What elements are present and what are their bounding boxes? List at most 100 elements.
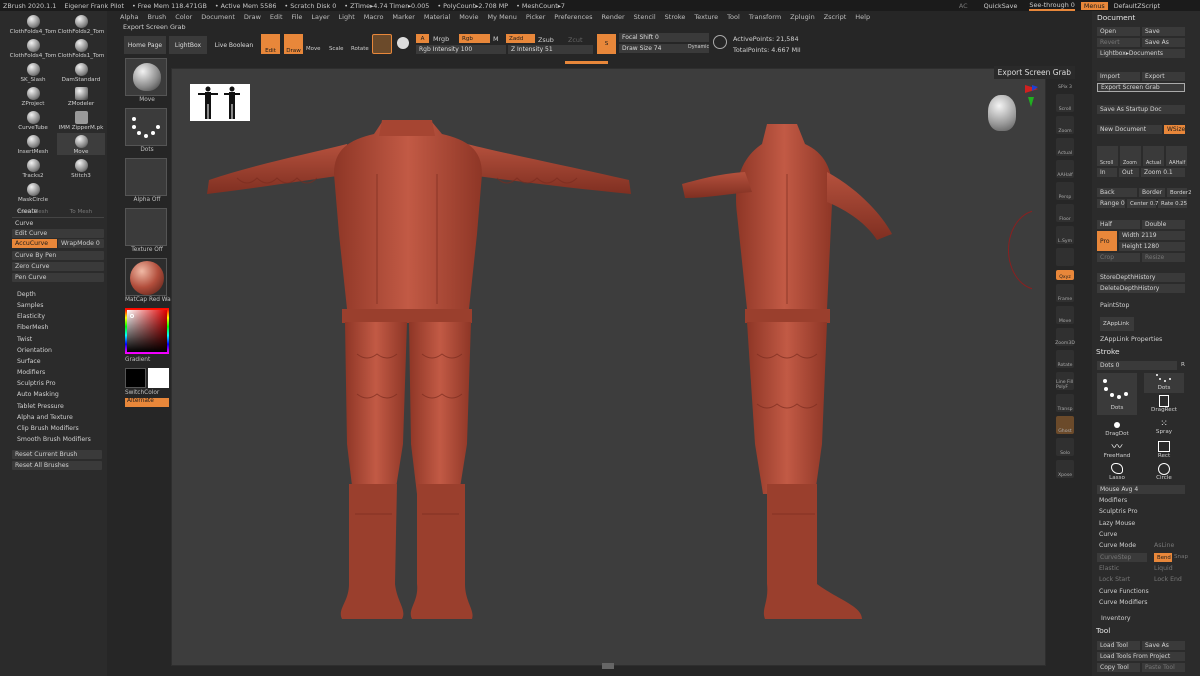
menu-my-menu[interactable]: My Menu: [488, 13, 517, 21]
mouse-avg-slider[interactable]: Mouse Avg 4: [1097, 485, 1185, 494]
menu-zplugin[interactable]: Zplugin: [790, 13, 815, 21]
zoom-icon[interactable]: Zoom: [1056, 116, 1074, 134]
crop-button[interactable]: Crop: [1097, 253, 1140, 262]
border-button[interactable]: Border: [1139, 188, 1165, 197]
live-boolean-button[interactable]: Live Boolean: [211, 36, 257, 54]
stroke-section-title[interactable]: Stroke: [1096, 347, 1120, 356]
snap-toggle[interactable]: Snap: [1174, 554, 1188, 560]
menu-movie[interactable]: Movie: [459, 13, 478, 21]
scale-mode-button[interactable]: Scale: [329, 46, 344, 52]
stroke-dots-large[interactable]: Dots: [1097, 373, 1137, 415]
menu-light[interactable]: Light: [339, 13, 355, 21]
curve-modifiers-section[interactable]: Curve Modifiers: [1099, 599, 1147, 606]
inventory-section[interactable]: Inventory: [1101, 615, 1131, 622]
focal-shift-slider[interactable]: Focal Shift 0: [619, 33, 709, 42]
rgb-intensity-slider[interactable]: Rgb Intensity 100: [416, 45, 506, 54]
alternate-toggle[interactable]: Alternate: [125, 398, 169, 407]
pro-toggle[interactable]: Pro: [1097, 231, 1117, 251]
menu-samples[interactable]: Samples: [17, 302, 43, 309]
curve-by-pen-button[interactable]: Curve By Pen: [12, 251, 104, 260]
menus-button[interactable]: Menus: [1080, 1, 1108, 10]
load-tool-button[interactable]: Load Tool: [1097, 641, 1140, 650]
scroll-icon[interactable]: Scroll: [1056, 94, 1074, 112]
stroke-dots-small[interactable]: Dots: [1144, 373, 1184, 393]
doc-zoom-button[interactable]: Zoom: [1120, 146, 1141, 166]
menu-surface[interactable]: Surface: [17, 358, 41, 365]
menu-zscript[interactable]: Zscript: [824, 13, 847, 21]
document-canvas[interactable]: Export Screen Grab: [171, 66, 1075, 669]
menu-stencil[interactable]: Stencil: [634, 13, 656, 21]
xpose-icon[interactable]: Xpose: [1056, 460, 1074, 478]
zcut-toggle[interactable]: Zcut: [568, 36, 582, 44]
floor-icon[interactable]: Floor: [1056, 204, 1074, 222]
zapplink-properties-section[interactable]: ZAppLink Properties: [1100, 336, 1162, 343]
menu-modifiers[interactable]: Modifiers: [17, 369, 45, 376]
menu-tablet-pressure[interactable]: Tablet Pressure: [17, 403, 64, 410]
quicksave-button[interactable]: QuickSave: [984, 2, 1018, 10]
menu-smooth-brush-modifiers[interactable]: Smooth Brush Modifiers: [17, 436, 91, 443]
menu-color[interactable]: Color: [175, 13, 192, 21]
menu-macro[interactable]: Macro: [364, 13, 384, 21]
brush-clothfolds4-a[interactable]: ClothFolds4_Tom: [9, 13, 57, 35]
main-color-swatch[interactable]: [148, 368, 169, 388]
export-button[interactable]: Export: [1142, 72, 1185, 81]
ghost-icon[interactable]: Ghost: [1056, 416, 1074, 434]
delete-depth-history-button[interactable]: DeleteDepthHistory: [1097, 284, 1185, 293]
lazy-mouse-section[interactable]: Lazy Mouse: [1099, 520, 1135, 527]
open-button[interactable]: Open: [1097, 27, 1140, 36]
menu-file[interactable]: File: [292, 13, 303, 21]
pen-curve-button[interactable]: Pen Curve: [12, 273, 104, 282]
menu-brush[interactable]: Brush: [147, 13, 166, 21]
new-document-button[interactable]: New Document: [1097, 125, 1162, 134]
menu-alpha[interactable]: Alpha: [120, 13, 138, 21]
menu-tool[interactable]: Tool: [727, 13, 740, 21]
default-zscript-button[interactable]: DefaultZScript: [1114, 2, 1160, 10]
rgb-toggle[interactable]: Rgb: [459, 34, 490, 43]
brush-maskcircle[interactable]: MaskCircle: [9, 181, 57, 203]
bend-toggle[interactable]: Bend: [1154, 553, 1172, 562]
back-button[interactable]: Back: [1097, 188, 1137, 197]
brush-insertmesh[interactable]: InsertMesh: [9, 133, 57, 155]
m-toggle[interactable]: M: [493, 35, 499, 43]
export-screen-grab-button[interactable]: Export Screen Grab: [1097, 83, 1185, 92]
menu-render[interactable]: Render: [602, 13, 625, 21]
menu-draw[interactable]: Draw: [244, 13, 261, 21]
to-mesh-button[interactable]: To Mesh: [57, 205, 105, 215]
asline-toggle[interactable]: AsLine: [1154, 542, 1174, 549]
persp-icon[interactable]: Persp: [1056, 182, 1074, 200]
import-button[interactable]: Import: [1097, 72, 1140, 81]
menu-marker[interactable]: Marker: [392, 13, 414, 21]
menu-sculptris-pro[interactable]: Sculptris Pro: [17, 380, 56, 387]
brush-clothfolds4-b[interactable]: ClothFolds4_Tom: [9, 37, 57, 59]
frame-icon[interactable]: Frame: [1056, 284, 1074, 302]
revert-button[interactable]: Revert: [1097, 38, 1140, 47]
solo-icon[interactable]: Solo: [1056, 438, 1074, 456]
menu-orientation[interactable]: Orientation: [17, 347, 52, 354]
edit-mode-button[interactable]: Edit: [261, 34, 280, 54]
z-intensity-slider[interactable]: Z Intensity 51: [508, 45, 593, 54]
gradient-label[interactable]: Gradient: [125, 357, 169, 363]
polyframe-icon[interactable]: Line Fill PolyF: [1056, 372, 1074, 390]
document-section-title[interactable]: Document: [1097, 13, 1135, 22]
menu-clip-brush-modifiers[interactable]: Clip Brush Modifiers: [17, 425, 79, 432]
load-tools-from-project-button[interactable]: Load Tools From Project: [1097, 652, 1185, 661]
menu-preferences[interactable]: Preferences: [554, 13, 592, 21]
stroke-modifiers-section[interactable]: Modifiers: [1099, 497, 1127, 504]
actual-icon[interactable]: Actual: [1056, 138, 1074, 156]
brush-imm-zipper[interactable]: IMM ZipperM.pk: [57, 109, 105, 131]
spix-slider[interactable]: SPix 3: [1056, 80, 1074, 90]
liquid-toggle[interactable]: Liquid: [1154, 565, 1173, 572]
transp-icon[interactable]: Transp: [1056, 394, 1074, 412]
elastic-toggle[interactable]: Elastic: [1099, 565, 1119, 572]
paste-tool-button[interactable]: Paste Tool: [1142, 663, 1185, 672]
color-picker[interactable]: [125, 308, 169, 354]
qxyz-icon[interactable]: Qxyz: [1056, 270, 1074, 280]
tool-section-title[interactable]: Tool: [1096, 626, 1110, 635]
edit-curve-button[interactable]: Edit Curve: [12, 229, 104, 238]
home-page-button[interactable]: Home Page: [124, 36, 166, 54]
menu-auto-masking[interactable]: Auto Masking: [17, 391, 59, 398]
rate-slider[interactable]: Rate 0.25: [1158, 199, 1187, 208]
move-view-icon[interactable]: Move: [1056, 306, 1074, 324]
dynamic-size-icon[interactable]: [713, 35, 727, 49]
lock-icon[interactable]: [1056, 248, 1074, 266]
